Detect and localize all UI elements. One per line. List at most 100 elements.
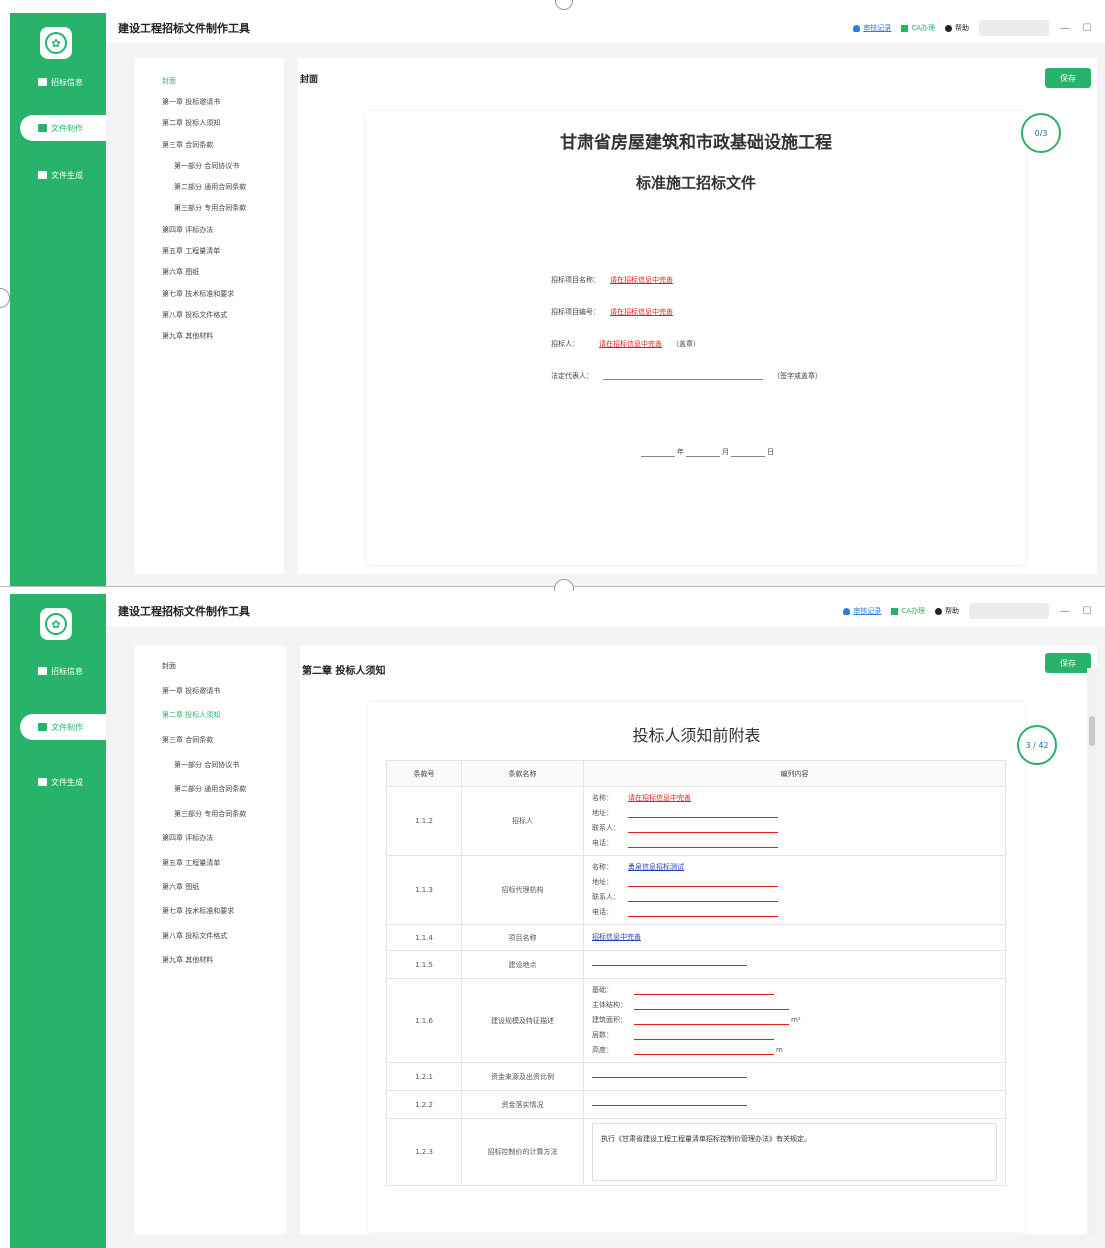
toc-item[interactable]: 第六章 图纸	[162, 882, 199, 892]
toc-item[interactable]: 第一章 投标邀请书	[162, 686, 220, 696]
content-area: 封面第一章 投标邀请书 第二章 投标人须知 第三章 合同条款第一部分 合同协议书 第二…	[106, 43, 1105, 588]
table-row: 1.1.4 项目名称 招标信息中完善	[386, 924, 1006, 951]
toc-item[interactable]: 第四章 评标办法	[162, 833, 213, 843]
agency-name-value[interactable]: 勇泉信息招标测试	[628, 860, 684, 875]
year-label: 年	[677, 448, 684, 456]
day-line[interactable]	[731, 449, 765, 457]
toc-item[interactable]: 第二章 投标人须知	[162, 118, 220, 128]
address-field[interactable]	[628, 878, 778, 887]
clause-no: 1.1.5	[386, 950, 462, 979]
file-icon	[38, 778, 47, 786]
maximize-icon[interactable]: ☐	[1081, 23, 1093, 34]
project-name-value[interactable]: 请在招标信息中完善	[610, 275, 673, 285]
foundation-field[interactable]	[634, 986, 774, 995]
year-line[interactable]	[641, 449, 675, 457]
table-row: 1.2.2 资金落实情况	[386, 1090, 1006, 1119]
toc-item[interactable]: 第九章 其他材料	[162, 955, 213, 965]
toc-item[interactable]: 第二部分 通用合同条款	[174, 182, 246, 192]
address-field[interactable]	[628, 809, 778, 818]
clause-no: 1.2.1	[386, 1062, 462, 1091]
clause-name: 资金落实情况	[461, 1090, 584, 1119]
phone-field[interactable]	[628, 839, 778, 848]
scrollbar-thumb[interactable]	[1089, 716, 1095, 746]
toc-item[interactable]: 第二部分 通用合同条款	[174, 784, 246, 794]
tenderer-name-value[interactable]: 请在招标信息中完善	[628, 791, 691, 806]
ca-button[interactable]: CA办理	[891, 606, 925, 616]
sidebar-item-file-generate[interactable]: 文件生成	[10, 162, 106, 188]
toc-item[interactable]: 第七章 技术标准和要求	[162, 289, 234, 299]
fund-status-field[interactable]	[592, 1097, 747, 1106]
screenshot-cover: ✿ 招标信息 文件制作 文件生成 建设工程招标文件制作工具 审核记录 CA办理 …	[0, 0, 1105, 588]
col-header: 条款号	[386, 760, 462, 787]
minimize-icon[interactable]: —	[1059, 606, 1071, 617]
project-name-value[interactable]: 招标信息中完善	[592, 933, 641, 941]
audit-record-button[interactable]: 审核记录	[853, 23, 891, 33]
help-icon	[935, 607, 942, 615]
toc-item[interactable]: 封面	[162, 76, 176, 86]
sidebar-item-file-make[interactable]: 文件制作	[20, 714, 106, 740]
tenderer-value[interactable]: 请在招标信息中完善	[599, 339, 662, 349]
tenderer-row: 招标人： 请在招标信息中完善 （盖章）	[551, 339, 700, 349]
cover-subtitle: 标准施工招标文件	[635, 174, 756, 192]
height-field[interactable]	[634, 1046, 774, 1055]
contact-field[interactable]	[628, 824, 778, 833]
month-line[interactable]	[686, 449, 720, 457]
toc-item[interactable]: 第三部分 专用合同条款	[174, 203, 246, 213]
project-no-label: 招标项目编号：	[551, 308, 600, 316]
toc-item[interactable]: 第五章 工程量清单	[162, 858, 220, 868]
ca-label: CA办理	[911, 24, 935, 32]
toc-item[interactable]: 第八章 投标文件格式	[162, 310, 227, 320]
save-button[interactable]: 保存	[1045, 653, 1091, 673]
toc-item[interactable]: 第六章 图纸	[162, 267, 199, 277]
toc-item[interactable]: 第三章 合同条款	[162, 140, 213, 150]
location-field[interactable]	[592, 957, 747, 966]
sidebar-item-file-generate[interactable]: 文件生成	[10, 769, 106, 795]
project-no-value[interactable]: 请在招标信息中完善	[610, 307, 673, 317]
area-field[interactable]	[634, 1016, 789, 1025]
legal-rep-line[interactable]	[603, 372, 763, 380]
sidebar-item-label: 文件制作	[51, 722, 83, 732]
maximize-icon[interactable]: ☐	[1081, 606, 1093, 617]
contact-field[interactable]	[628, 893, 778, 902]
logo-emblem-icon: ✿	[45, 32, 67, 54]
clause-content: 执行《甘肃省建设工程工程量清单招标控制价管理办法》有关规定。	[583, 1118, 1006, 1186]
ca-label: CA办理	[901, 607, 925, 615]
toc-item[interactable]: 第三部分 专用合同条款	[174, 809, 246, 819]
top-tools: 审核记录 CA办理 帮助 — ☐	[843, 603, 1093, 619]
field-label: 地址：	[592, 809, 613, 817]
project-name-label: 招标项目名称：	[551, 276, 600, 284]
sidebar-item-file-make[interactable]: 文件制作	[20, 115, 106, 141]
structure-field[interactable]	[634, 1001, 789, 1010]
legal-rep-row: 法定代表人： （签字或盖章）	[551, 371, 822, 381]
user-info-box[interactable]	[969, 603, 1049, 619]
toc-item[interactable]: 第一部分 合同协议书	[174, 161, 239, 171]
user-info-box[interactable]	[979, 20, 1049, 36]
book-icon	[38, 667, 47, 675]
control-price-textarea[interactable]: 执行《甘肃省建设工程工程量清单招标控制价管理办法》有关规定。	[592, 1123, 997, 1181]
table-header-row: 条款号 条款名称 编列内容	[386, 760, 1006, 787]
toc-item[interactable]: 第五章 工程量清单	[162, 246, 220, 256]
scrollbar[interactable]	[1087, 668, 1097, 1234]
minimize-icon[interactable]: —	[1059, 23, 1071, 34]
sidebar-item-tender-info[interactable]: 招标信息	[10, 658, 106, 684]
phone-field[interactable]	[628, 908, 778, 917]
toc-item[interactable]: 封面	[162, 661, 176, 671]
ca-button[interactable]: CA办理	[901, 23, 935, 33]
audit-record-button[interactable]: 审核记录	[843, 606, 881, 616]
save-button[interactable]: 保存	[1045, 68, 1091, 88]
toc-item[interactable]: 第七章 技术标准和要求	[162, 906, 234, 916]
sidebar-item-tender-info[interactable]: 招标信息	[10, 69, 106, 95]
floors-field[interactable]	[634, 1031, 774, 1040]
help-button[interactable]: 帮助	[935, 606, 959, 616]
toc-item[interactable]: 第九章 其他材料	[162, 331, 213, 341]
toc-item[interactable]: 第三章 合同条款	[162, 735, 213, 745]
toc-item[interactable]: 第二章 投标人须知	[162, 710, 220, 720]
fund-source-field[interactable]	[592, 1069, 747, 1078]
toc-item[interactable]: 第八章 投标文件格式	[162, 931, 227, 941]
toc-item[interactable]: 第四章 评标办法	[162, 225, 213, 235]
toc-item[interactable]: 第一章 投标邀请书	[162, 97, 220, 107]
height-unit: m	[776, 1046, 783, 1054]
toc-item[interactable]: 第一部分 合同协议书	[174, 760, 239, 770]
help-button[interactable]: 帮助	[945, 23, 969, 33]
clause-name: 建设规模及特征描述	[461, 978, 584, 1063]
